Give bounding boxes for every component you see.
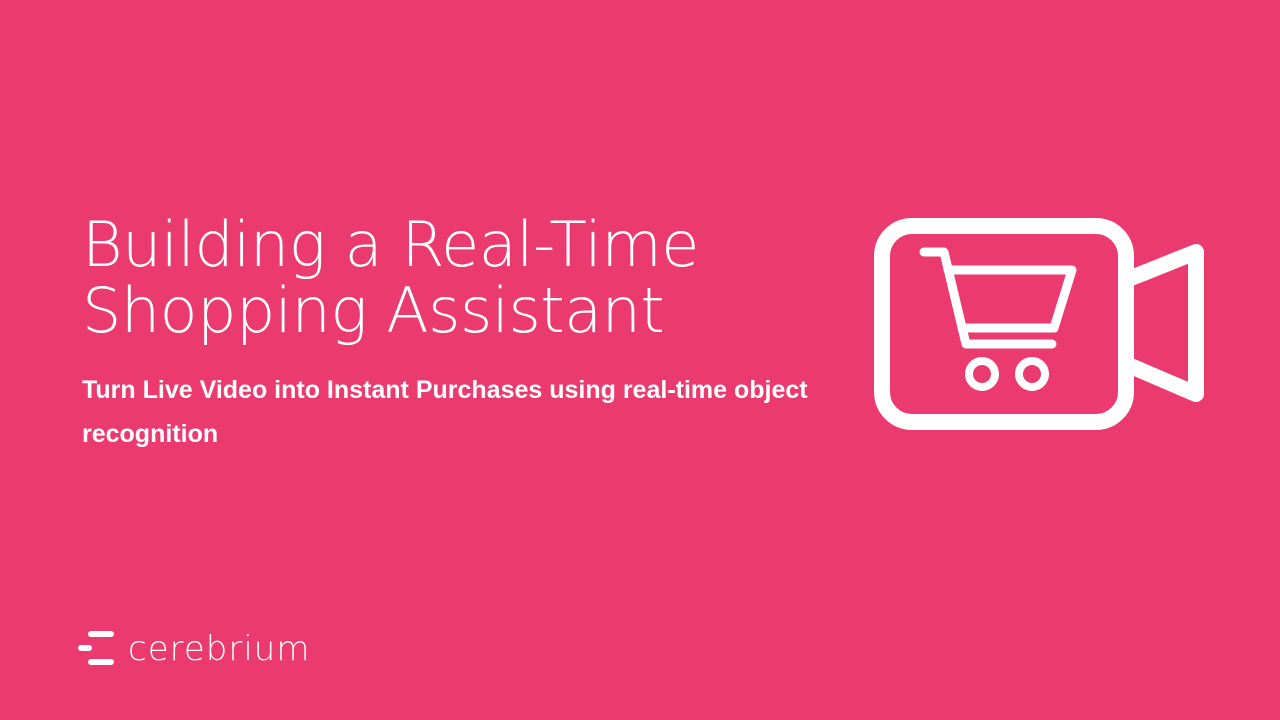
video-camera-shopping-cart-icon bbox=[874, 218, 1204, 430]
slide-title: Building a Real-Time Shopping Assistant bbox=[82, 212, 842, 344]
cerebrium-logo-icon bbox=[78, 631, 114, 665]
cart-basket-shape bbox=[943, 265, 1077, 333]
cart-wheel-left-shape bbox=[965, 357, 999, 391]
brand-logo: cerebrium bbox=[76, 626, 310, 672]
cart-wheel-right-shape bbox=[1015, 357, 1049, 391]
camera-lens-shape bbox=[1118, 244, 1204, 402]
slide-subtitle: Turn Live Video into Instant Purchases u… bbox=[82, 376, 808, 448]
slide-title-line-1: Building a Real-Time bbox=[82, 208, 699, 281]
slide-title-line-2: Shopping Assistant bbox=[82, 274, 665, 347]
brand-name: cerebrium bbox=[128, 629, 311, 669]
